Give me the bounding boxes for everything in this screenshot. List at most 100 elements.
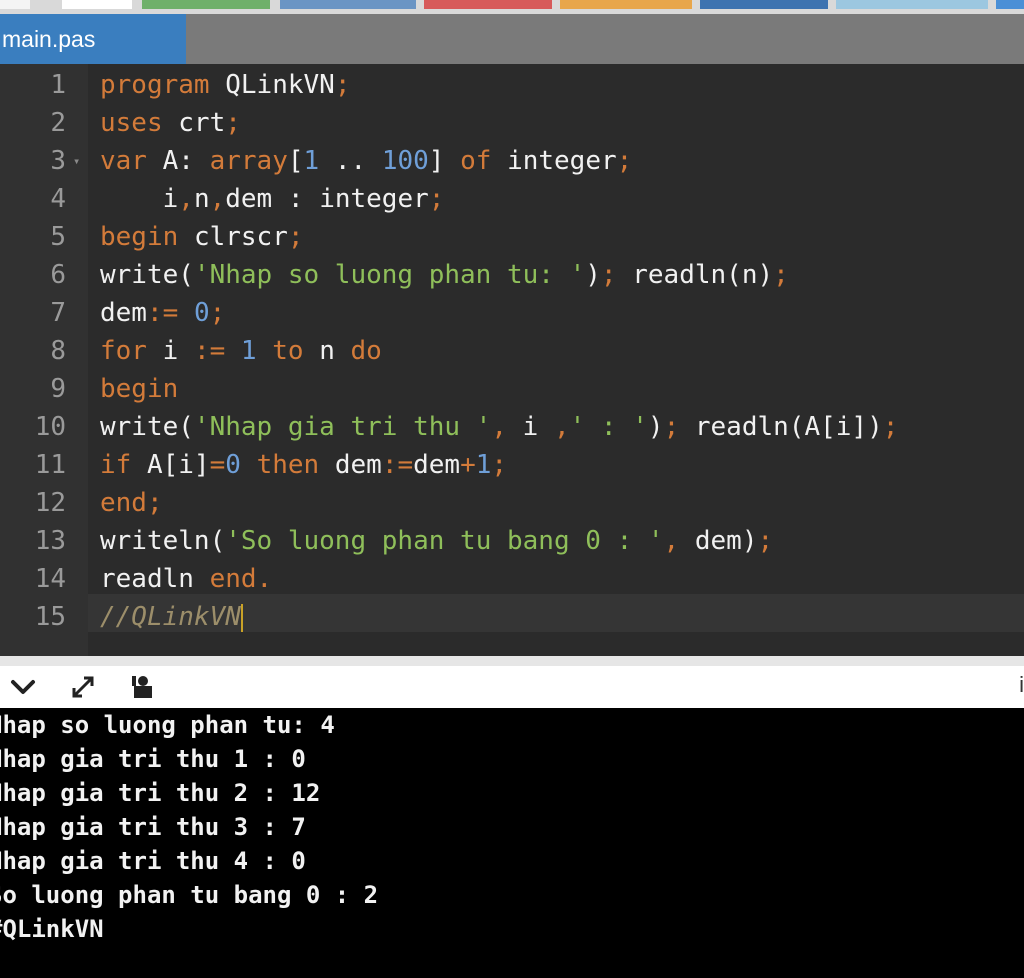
token: 100 [381,146,429,176]
token: var [100,146,147,176]
token: ; [757,526,774,556]
strip-segment [280,0,416,9]
code-line: write('Nhap gia tri thu ', i ,' : '); re… [100,408,898,446]
strip-segment [836,0,988,9]
console-toolbar: i [0,666,1024,708]
token: dem [225,184,273,214]
token: program [100,70,210,100]
line-number: 13 [34,526,66,556]
token: ) [585,260,601,290]
token: ) [741,526,758,556]
token: ) [757,260,774,290]
token: 1 [475,450,492,480]
token: n [319,336,335,366]
token: end. [209,564,273,594]
chevron-down-icon[interactable] [8,672,38,702]
run-icon[interactable] [128,672,158,702]
line-number: 8 [50,336,66,366]
token: dem [413,450,461,480]
token: ' : ' [569,412,648,442]
line-number: 7 [50,298,66,328]
console-line: So luong phan tu bang 0 : 2 [0,881,379,909]
line-number: 5 [50,222,66,252]
token: ) [647,412,664,442]
line-number: 11 [34,450,66,480]
token: 'Nhap so luong phan tu: ' [193,260,586,290]
panel-divider[interactable] [0,656,1024,666]
console-line: Nhap gia tri thu 1 : 0 [0,745,306,773]
token: dem [694,526,742,556]
token: , [663,526,680,556]
line-number: 14 [34,564,66,594]
file-tab-bar: main.pas [0,14,1024,64]
line-number-gutter: 1 2 3 ▾ 4 5 6 7 8 9 10 11 12 13 14 15 [0,64,88,656]
line-number: 6 [50,260,66,290]
fold-arrow-icon[interactable]: ▾ [73,154,80,168]
console-line: Nhap gia tri thu 4 : 0 [0,847,306,875]
strip-segment [424,0,552,9]
code-line: i,n,dem : integer; [100,180,445,218]
strip-segment [142,0,270,9]
token: + [460,450,476,480]
token: ; [600,260,617,290]
strip-segment [560,0,692,9]
code-line: //QLinkVN [100,598,243,636]
code-line: write('Nhap so luong phan tu: '); readln… [100,256,789,294]
token: readln( [694,412,805,442]
token: //QLinkVN [100,602,241,632]
tab-main-pas[interactable]: main.pas [0,14,186,64]
token: for [100,336,147,366]
token: i [507,412,554,442]
line-number: 1 [50,70,66,100]
line-number: 3 [50,146,66,176]
token: array [209,146,288,176]
token: QLinkVN [225,70,335,100]
token: i [162,336,179,366]
code-line: if A[i]=0 then dem:=dem+1; [100,446,507,484]
strip-segment [700,0,828,9]
console-output[interactable]: Nhap so luong phan tu: 4 Nhap gia tri th… [0,708,1024,978]
token: begin [100,374,179,404]
code-editor[interactable]: 1 2 3 ▾ 4 5 6 7 8 9 10 11 12 13 14 15 pr… [0,64,1024,656]
code-line: writeln('So luong phan tu bang 0 : ', de… [100,522,773,560]
expand-icon[interactable] [68,672,98,702]
token: , [209,184,226,214]
token: : [272,184,320,214]
line-number: 12 [34,488,66,518]
token: ; [225,108,241,138]
console-line: Nhap so luong phan tu: 4 [0,711,335,739]
token: 'So luong phan tu bang 0 : ' [225,526,664,556]
token: i [162,184,179,214]
token: crt [178,108,226,138]
console-line: Nhap gia tri thu 2 : 12 [0,779,321,807]
token: 0 [225,450,241,480]
token: ; [209,298,226,328]
token: write( [100,260,194,290]
token: ] [428,146,445,176]
token: ; [287,222,304,252]
strip-segment [62,0,132,9]
token: := [193,336,226,366]
token: A: [162,146,194,176]
console-line: #QLinkVN [0,915,104,943]
token: A[i] [146,450,210,480]
line-number: 15 [34,602,66,632]
token: integer [319,184,429,214]
token: ; [663,412,680,442]
token: do [350,336,382,366]
token: ; [334,70,351,100]
token: ; [428,184,445,214]
